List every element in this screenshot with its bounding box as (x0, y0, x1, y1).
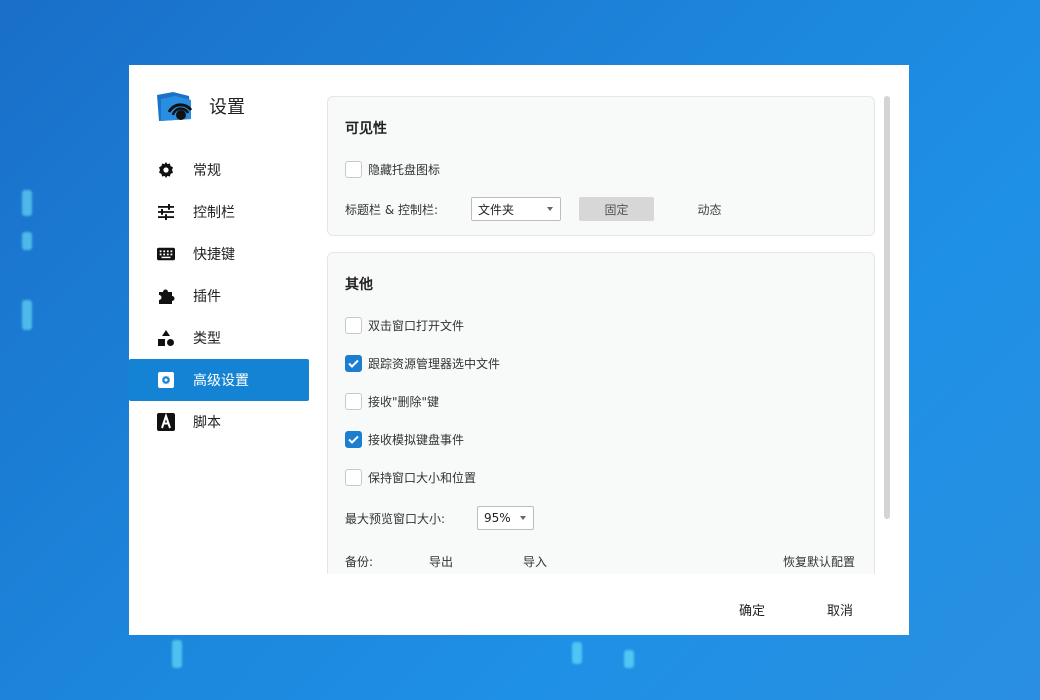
sidebar-item-shortcuts[interactable]: 快捷键 (129, 233, 309, 275)
double-click-open-checkbox[interactable] (345, 317, 362, 334)
ok-button[interactable]: 确定 (739, 600, 765, 619)
sidebar-item-types[interactable]: 类型 (129, 317, 309, 359)
settings-content: 可见性 隐藏托盘图标 标题栏 & 控制栏: 文件夹 固定 动态 其他 双击窗口打… (327, 96, 875, 574)
keyboard-icon (157, 245, 175, 263)
option-label: 接收"删除"键 (368, 395, 440, 409)
chevron-down-icon (547, 207, 553, 211)
option-label: 跟踪资源管理器选中文件 (368, 357, 501, 371)
export-button[interactable]: 导出 (429, 553, 523, 570)
double-click-open-option[interactable]: 双击窗口打开文件 (345, 317, 464, 334)
sidebar-item-label: 类型 (193, 331, 221, 347)
background-glow (22, 190, 32, 216)
sidebar-item-label: 常规 (193, 163, 221, 179)
sidebar-item-plugins[interactable]: 插件 (129, 275, 309, 317)
receive-delete-key-option[interactable]: 接收"删除"键 (345, 393, 439, 410)
titlebar-row: 标题栏 & 控制栏: 文件夹 固定 动态 (345, 197, 747, 221)
background-glow (22, 300, 32, 330)
sidebar-item-controlbar[interactable]: 控制栏 (129, 191, 309, 233)
simulated-keyboard-checkbox[interactable] (345, 431, 362, 448)
visibility-section: 可见性 隐藏托盘图标 标题栏 & 控制栏: 文件夹 固定 动态 (327, 96, 875, 236)
scrollbar[interactable] (884, 96, 890, 519)
puzzle-icon (157, 287, 175, 305)
backup-row: 备份: 导出 导入 恢复默认配置 (345, 553, 855, 570)
keep-window-size-option[interactable]: 保持窗口大小和位置 (345, 469, 476, 486)
track-explorer-checkbox[interactable] (345, 355, 362, 372)
section-title: 其他 (345, 277, 373, 293)
sidebar-item-label: 高级设置 (193, 373, 249, 389)
option-label: 双击窗口打开文件 (368, 319, 465, 333)
app-logo-icon (155, 91, 193, 121)
chevron-down-icon (520, 516, 526, 520)
gear-box-icon (157, 371, 175, 389)
select-value: 文件夹 (478, 202, 515, 217)
sidebar-item-label: 脚本 (193, 415, 221, 431)
check-icon (348, 359, 359, 368)
section-title: 可见性 (345, 121, 387, 137)
max-preview-label: 最大预览窗口大小: (345, 511, 446, 526)
sidebar-nav: 常规 控制栏 快捷键 插件 类型 高级设置 脚本 (129, 149, 309, 443)
backup-label: 备份: (345, 555, 374, 569)
track-explorer-option[interactable]: 跟踪资源管理器选中文件 (345, 355, 500, 372)
sidebar-item-advanced[interactable]: 高级设置 (129, 359, 309, 401)
background-glow (22, 232, 32, 250)
cancel-button[interactable]: 取消 (827, 600, 853, 619)
import-button[interactable]: 导入 (523, 553, 547, 570)
sidebar-item-general[interactable]: 常规 (129, 149, 309, 191)
simulated-keyboard-option[interactable]: 接收模拟键盘事件 (345, 431, 464, 448)
dynamic-button[interactable]: 动态 (672, 197, 747, 221)
other-section: 其他 双击窗口打开文件 跟踪资源管理器选中文件 接收"删除"键 接收模拟键盘事件 (327, 252, 875, 574)
keep-window-size-checkbox[interactable] (345, 469, 362, 486)
app-title: 设置 (209, 97, 245, 118)
select-value: 95% (484, 511, 511, 525)
titlebar-select[interactable]: 文件夹 (471, 197, 561, 221)
option-label: 接收模拟键盘事件 (368, 433, 465, 447)
background-glow (624, 650, 634, 668)
sidebar-item-label: 控制栏 (193, 205, 235, 221)
hide-tray-icon-option[interactable]: 隐藏托盘图标 (345, 161, 440, 178)
restore-defaults-button[interactable]: 恢复默认配置 (783, 553, 855, 570)
sliders-icon (157, 203, 175, 221)
sidebar-item-label: 快捷键 (193, 247, 235, 263)
fixed-button[interactable]: 固定 (579, 197, 654, 221)
sidebar: 设置 常规 控制栏 快捷键 插件 类型 高级设置 脚本 (129, 65, 319, 635)
sidebar-item-scripts[interactable]: 脚本 (129, 401, 309, 443)
receive-delete-key-checkbox[interactable] (345, 393, 362, 410)
shapes-icon (157, 329, 175, 347)
check-icon (348, 435, 359, 444)
option-label: 保持窗口大小和位置 (368, 471, 477, 485)
background-glow (172, 640, 182, 668)
max-preview-select[interactable]: 95% (477, 506, 534, 530)
option-label: 隐藏托盘图标 (368, 163, 441, 177)
gear-icon (157, 161, 175, 179)
hide-tray-icon-checkbox[interactable] (345, 161, 362, 178)
background-glow (572, 642, 582, 664)
script-a-icon (157, 413, 175, 431)
max-preview-row: 最大预览窗口大小: 95% (345, 506, 534, 530)
settings-dialog: 设置 常规 控制栏 快捷键 插件 类型 高级设置 脚本 可见性 隐藏托盘图标 标… (129, 65, 909, 635)
app-header: 设置 (155, 91, 245, 121)
titlebar-label: 标题栏 & 控制栏: (345, 202, 439, 217)
sidebar-item-label: 插件 (193, 289, 221, 305)
